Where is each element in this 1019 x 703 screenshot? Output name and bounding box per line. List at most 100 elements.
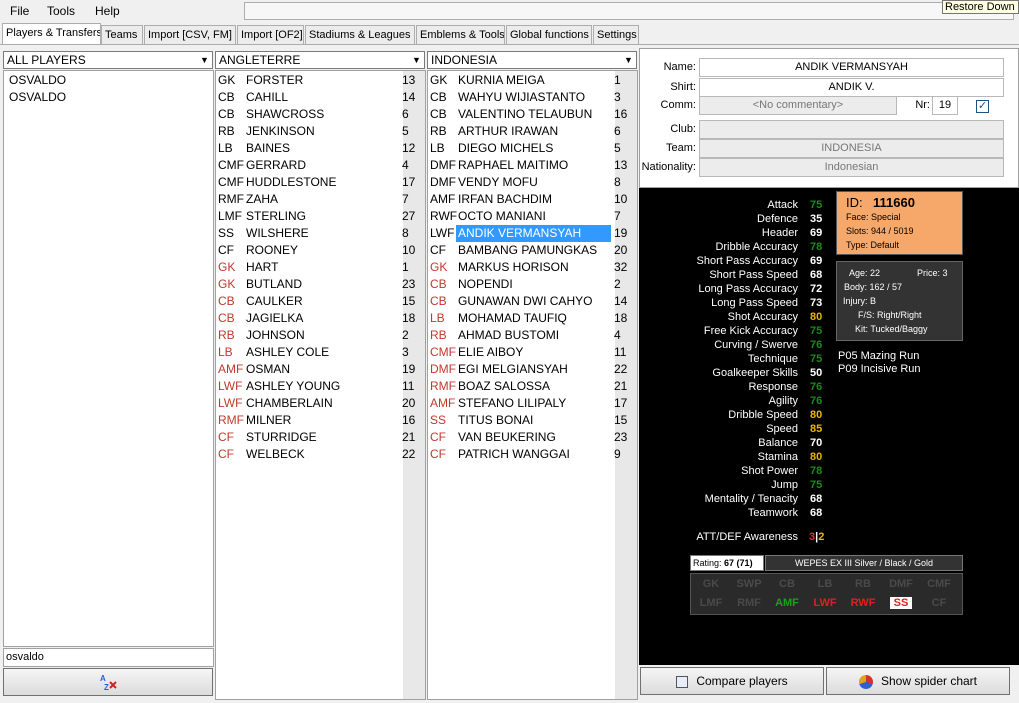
sort-button[interactable]: A Z <box>3 668 213 696</box>
player-row[interactable]: CF BAMBANG PAMUNGKAS 20 <box>428 242 637 259</box>
spider-chart-button[interactable]: Show spider chart <box>826 667 1010 695</box>
stat-value: 80 <box>810 409 823 421</box>
nationality-label: Nationality: <box>641 161 696 173</box>
player-row[interactable]: LB DIEGO MICHELS 5 <box>428 140 637 157</box>
team2-player-list[interactable]: GK KURNIA MEIGA 1 CB WAHYU WIJIASTANTO 3 CB VAL… <box>427 70 638 700</box>
team1-player-list[interactable]: GK FORSTER 13 CB CAHILL 14 CB SHAWCROSS 6 RB JENKI… <box>215 70 426 700</box>
player-row[interactable]: RB ARTHUR IRAWAN 6 <box>428 123 637 140</box>
team2-select[interactable]: INDONESIA ▼ <box>427 51 637 69</box>
player-position: AMF <box>430 192 456 206</box>
player-row[interactable]: RB JOHNSON 2 <box>216 327 425 344</box>
tab-global-functions[interactable]: Global functions <box>506 25 592 45</box>
player-row[interactable]: AMF IRFAN BACHDIM 10 <box>428 191 637 208</box>
player-row[interactable]: GK BUTLAND 23 <box>216 276 425 293</box>
team-label: Team: <box>666 142 696 154</box>
player-row[interactable]: CF VAN BEUKERING 23 <box>428 429 637 446</box>
player-row[interactable]: LB BAINES 12 <box>216 140 425 157</box>
menu-file[interactable]: File <box>10 4 29 18</box>
list-item[interactable]: OSVALDO <box>9 72 66 89</box>
position-cell: RMF <box>737 597 761 609</box>
player-position: SS <box>218 226 235 240</box>
player-row[interactable]: CMF GERRARD 4 <box>216 157 425 174</box>
def-awareness: 2 <box>818 531 825 543</box>
player-row[interactable]: AMF OSMAN 19 <box>216 361 425 378</box>
player-row[interactable]: RMF BOAZ SALOSSA 21 <box>428 378 637 395</box>
player-row[interactable]: CMF HUDDLESTONE 17 <box>216 174 425 191</box>
team1-select[interactable]: ANGLETERRE ▼ <box>215 51 425 69</box>
compare-players-button[interactable]: Compare players <box>640 667 824 695</box>
tab-teams[interactable]: Teams <box>101 25 143 45</box>
player-row[interactable]: SS TITUS BONAI 15 <box>428 412 637 429</box>
name-field[interactable]: ANDIK VERMANSYAH <box>699 58 1004 77</box>
stat-label: Dribble Accuracy <box>715 241 798 253</box>
player-row[interactable]: CF STURRIDGE 21 <box>216 429 425 446</box>
list-item[interactable]: OSVALDO <box>9 89 66 106</box>
player-row[interactable]: LB MOHAMAD TAUFIQ 18 <box>428 310 637 327</box>
enabled-checkbox[interactable]: ✓ <box>976 100 989 113</box>
player-row[interactable]: DMF EGI MELGIANSYAH 22 <box>428 361 637 378</box>
player-position: GK <box>218 260 236 274</box>
player-number: 18 <box>614 311 628 325</box>
player-row[interactable]: CF ROONEY 10 <box>216 242 425 259</box>
menu-tools[interactable]: Tools <box>47 4 75 18</box>
sort-az-icon: A Z <box>100 674 117 692</box>
id-label: ID: <box>846 195 863 210</box>
tab-players-transfers[interactable]: Players & Transfers <box>2 23 101 45</box>
player-row[interactable]: CF WELBECK 22 <box>216 446 425 463</box>
tab-import-csv[interactable]: Import [CSV, FM] <box>144 25 236 45</box>
player-row[interactable]: LWF ANDIK VERMANSYAH 19 <box>428 225 637 242</box>
player-name: GUNAWAN DWI CAHYO <box>458 294 593 308</box>
player-row[interactable]: GK FORSTER 13 <box>216 72 425 89</box>
player-details-form: Name: ANDIK VERMANSYAH Shirt: ANDIK V. C… <box>639 48 1019 188</box>
player-row[interactable]: CMF ELIE AIBOY 11 <box>428 344 637 361</box>
player-name: PATRICH WANGGAI <box>458 447 570 461</box>
tab-stadiums-leagues[interactable]: Stadiums & Leagues <box>305 25 415 45</box>
player-row[interactable]: CB NOPENDI 2 <box>428 276 637 293</box>
player-row[interactable]: LMF STERLING 27 <box>216 208 425 225</box>
player-row[interactable]: CB CAHILL 14 <box>216 89 425 106</box>
player-row[interactable]: LB ASHLEY COLE 3 <box>216 344 425 361</box>
player-row[interactable]: CB CAULKER 15 <box>216 293 425 310</box>
commentary-field[interactable]: <No commentary> <box>699 96 897 115</box>
nationality-field[interactable]: Indonesian <box>699 158 1004 177</box>
player-row[interactable]: SS WILSHERE 8 <box>216 225 425 242</box>
all-players-select-value: ALL PLAYERS <box>7 53 86 67</box>
player-row[interactable]: GK MARKUS HORISON 32 <box>428 259 637 276</box>
menu-help[interactable]: Help <box>95 4 120 18</box>
tab-settings[interactable]: Settings <box>593 25 639 45</box>
player-row[interactable]: GK HART 1 <box>216 259 425 276</box>
player-row[interactable]: CF PATRICH WANGGAI 9 <box>428 446 637 463</box>
player-row[interactable]: AMF STEFANO LILIPALY 17 <box>428 395 637 412</box>
player-row[interactable]: CB GUNAWAN DWI CAHYO 14 <box>428 293 637 310</box>
number-field[interactable]: 19 <box>932 96 958 115</box>
tab-import-of2[interactable]: Import [OF2] <box>237 25 304 45</box>
player-row[interactable]: RWF OCTO MANIANI 7 <box>428 208 637 225</box>
player-row[interactable]: RMF MILNER 16 <box>216 412 425 429</box>
tab-emblems-tools[interactable]: Emblems & Tools <box>416 25 505 45</box>
player-row[interactable]: CB JAGIELKA 18 <box>216 310 425 327</box>
player-number: 15 <box>614 413 628 427</box>
team-field[interactable]: INDONESIA <box>699 139 1004 158</box>
all-players-list[interactable]: OSVALDO OSVALDO <box>3 70 214 647</box>
player-row[interactable]: RB AHMAD BUSTOMI 4 <box>428 327 637 344</box>
player-row[interactable]: CB SHAWCROSS 6 <box>216 106 425 123</box>
player-number: 22 <box>614 362 628 376</box>
player-name: WILSHERE <box>246 226 309 240</box>
player-number: 3 <box>402 345 409 359</box>
player-row[interactable]: GK KURNIA MEIGA 1 <box>428 72 637 89</box>
player-position: GK <box>218 277 236 291</box>
all-players-select[interactable]: ALL PLAYERS ▼ <box>3 51 213 69</box>
player-row[interactable]: LWF CHAMBERLAIN 20 <box>216 395 425 412</box>
player-row[interactable]: CB VALENTINO TELAUBUN 16 <box>428 106 637 123</box>
player-row[interactable]: DMF VENDY MOFU 8 <box>428 174 637 191</box>
player-position: LWF <box>430 226 455 240</box>
player-row[interactable]: RMF ZAHA 7 <box>216 191 425 208</box>
player-row[interactable]: DMF RAPHAEL MAITIMO 13 <box>428 157 637 174</box>
player-row[interactable]: LWF ASHLEY YOUNG 11 <box>216 378 425 395</box>
player-row[interactable]: RB JENKINSON 5 <box>216 123 425 140</box>
shirt-field[interactable]: ANDIK V. <box>699 78 1004 97</box>
search-input[interactable]: osvaldo <box>3 648 214 667</box>
player-name: BAINES <box>246 141 291 155</box>
club-field[interactable] <box>699 120 1004 139</box>
player-row[interactable]: CB WAHYU WIJIASTANTO 3 <box>428 89 637 106</box>
